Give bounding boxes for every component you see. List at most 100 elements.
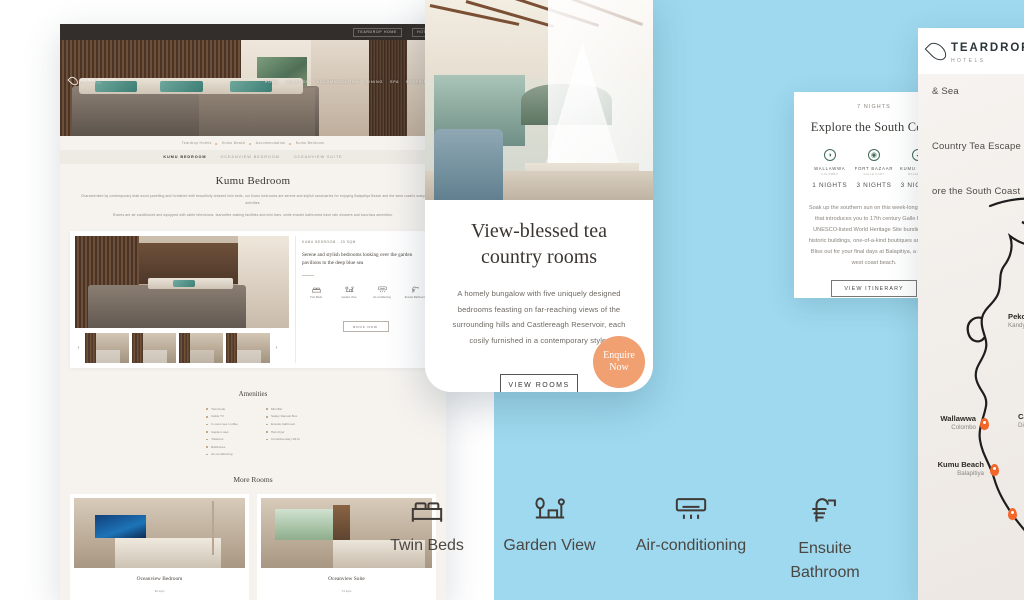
gallery-thumb[interactable] [179, 332, 223, 363]
itinerary-stop-name: FORT BAZAAR [854, 166, 894, 171]
book-now-button[interactable]: BOOK NOW [342, 321, 389, 333]
breadcrumb-chevron-icon: ▸ [249, 140, 252, 146]
amenity-item: Hair dryer [265, 429, 300, 437]
itinerary-stop-sub: GALLE FORT [863, 173, 885, 176]
room-card-size: 30 sqm [154, 588, 165, 593]
itinerary-stop-fort-bazaar[interactable]: ◉ FORT BAZAAR GALLE FORT 3 NIGHTS [852, 149, 896, 189]
nav-item-home[interactable]: HOME [265, 80, 279, 84]
breadcrumb-chevron-icon: ▸ [289, 140, 292, 146]
foreground-feature-ensuite-bathroom: Ensuite Bathroom [765, 492, 885, 585]
tab-oceanview-suite[interactable]: OCEANVIEW SUITE [294, 155, 343, 159]
hotel-crest-icon: ◑ [823, 149, 836, 161]
map-label-name: Kumu Beach [937, 460, 984, 469]
nav-item-accommodation[interactable]: ACCOMMODATION [317, 80, 359, 84]
room-feature-list: Twin Beds Garden View Air-conditioning E… [302, 285, 429, 300]
phone-hero-image [425, 0, 653, 200]
gallery-thumb[interactable] [132, 332, 176, 363]
site-logo-sub: BALAPITIYA [80, 82, 102, 85]
nav-item-location[interactable]: LOCATION [286, 80, 310, 84]
shower-icon [411, 286, 418, 293]
gallery-thumb[interactable] [226, 332, 270, 363]
gallery-prev-arrow-icon[interactable]: ‹ [75, 345, 82, 351]
room-feature-label: Ensuite Bathroom [404, 295, 426, 299]
map-pin-wallawwa[interactable] [980, 418, 989, 431]
breadcrumb: Teardrop Hotels ▸ Kumu Beach ▸ Accommoda… [60, 136, 446, 150]
amenity-item: In-room tea / coffee [206, 421, 238, 429]
tab-oceanview-bedroom[interactable]: OCEANVIEW BEDROOM [220, 155, 279, 159]
map-label-pekoe: Pekoe Kandy [1008, 312, 1024, 329]
gallery-next-arrow-icon[interactable]: › [273, 345, 280, 351]
page-title: Kumu Bedroom [215, 175, 291, 187]
map-pin-south[interactable] [1008, 508, 1017, 521]
gallery-bed [87, 285, 247, 328]
composite-stage: TEARDROP HOME HOTELS KUMU BEACH [0, 0, 1024, 600]
hero-photo [60, 40, 446, 136]
itinerary-stop-sub: COLOMBO [821, 173, 839, 176]
phone-title: View-blessed tea country rooms [471, 220, 607, 268]
map-coastline [966, 197, 1024, 532]
hotel-crest-icon: ◉ [867, 149, 880, 161]
amenity-item: Bathrobes [206, 444, 238, 452]
map-label-car: Car Dick [1018, 412, 1024, 429]
view-rooms-button[interactable]: VIEW ROOMS [500, 374, 578, 392]
room-card-tv [94, 514, 146, 539]
view-itinerary-button[interactable]: VIEW ITINERARY [831, 280, 917, 298]
gallery-thumb[interactable] [85, 332, 129, 363]
amenity-item: Ensuite bathroom [265, 421, 300, 429]
air-conditioning-icon [377, 286, 387, 292]
breadcrumb-item-2[interactable]: Accommodation [256, 141, 286, 145]
room-card-window [274, 509, 333, 540]
map-pin-kumu-beach[interactable] [990, 464, 999, 477]
room-feature-label: Air-conditioning [373, 295, 391, 299]
teardrop-logo-icon [924, 38, 950, 64]
divider [302, 274, 314, 276]
gallery-main-image[interactable] [75, 235, 289, 328]
site-logo[interactable]: KUMU BEACH BALAPITIYA [67, 74, 116, 88]
room-gallery-block: ‹ › KUMU BEDROOM - 25 SQM Serene and sty… [70, 230, 436, 368]
room-feature-label: Twin Beds [310, 295, 322, 299]
breadcrumb-item-1[interactable]: Kumu Beach [222, 141, 246, 145]
itinerary-stop-name: WALLAWWA [814, 166, 846, 171]
enquire-now-line-1: Enquire [603, 349, 635, 361]
itinerary-stop-nights: 1 NIGHTS [812, 182, 848, 189]
main-nav: HOME LOCATION ACCOMMODATION DINING SPA E… [265, 80, 440, 84]
garden-icon [344, 286, 354, 292]
hero-image: KUMU BEACH BALAPITIYA HOME LOCATION ACCO… [60, 40, 446, 136]
brand-logo-text: TEARDROP HOTELS [951, 38, 1024, 64]
room-feature-air-conditioning: Air-conditioning [368, 285, 396, 300]
brand-name: TEARDROP [951, 42, 1024, 54]
garden-icon [534, 497, 565, 519]
utility-nav-item-teardrop-home[interactable]: TEARDROP HOME [352, 27, 403, 37]
bed-icon [311, 287, 321, 293]
intro-paragraph-1: Characterised by contemporary teak wood … [81, 194, 425, 205]
hero-cushion-2 [160, 81, 203, 92]
nav-item-dining[interactable]: DINING [366, 80, 383, 84]
gallery-cushion [173, 279, 195, 288]
breadcrumb-item-0[interactable]: Teardrop Hotels [182, 141, 212, 145]
room-card-oceanview-bedroom[interactable]: Oceanview Bedroom 30 sqm VIEW ROOM [70, 493, 249, 600]
intro-paragraph-2: Rooms are air conditioned and equipped w… [113, 212, 393, 217]
room-card-image [74, 497, 245, 568]
amenity-item: Safety Deposit Box [265, 413, 300, 421]
brand-line-1: & Sea [932, 86, 959, 97]
amenity-item: Toiletries [206, 436, 238, 444]
enquire-now-button[interactable]: Enquire Now [593, 336, 645, 388]
room-card-size: 74 sqm [341, 588, 352, 593]
room-card-name: Oceanview Bedroom [136, 575, 183, 582]
room-description: Serene and stylish bedrooms looking over… [302, 251, 413, 267]
itinerary-stop-wallawwa[interactable]: ◑ WALLAWWA COLOMBO 1 NIGHTS [808, 149, 852, 189]
tab-kumu-bedroom[interactable]: KUMU BEDROOM [163, 155, 206, 159]
map-label-sub: Colombo [951, 424, 976, 431]
nav-item-spa[interactable]: SPA [390, 80, 399, 84]
amenity-item: Garden view [206, 429, 238, 437]
teardrop-icon [67, 74, 80, 88]
brand-sub: HOTELS [951, 58, 986, 64]
amenity-item: Twin beds [206, 406, 238, 414]
foreground-feature-row: Twin Beds Garden View Air-conditioning E… [372, 492, 902, 585]
brand-header: TEARDROP HOTELS [918, 28, 1024, 74]
room-tabs: KUMU BEDROOM OCEANVIEW BEDROOM OCEANVIEW… [60, 150, 446, 164]
gallery-left: ‹ › [75, 235, 289, 363]
room-eyebrow: KUMU BEDROOM - 25 SQM [302, 239, 356, 244]
map-label-sub: Balapitiya [957, 470, 984, 477]
foreground-feature-label: Ensuite Bathroom [790, 540, 860, 581]
